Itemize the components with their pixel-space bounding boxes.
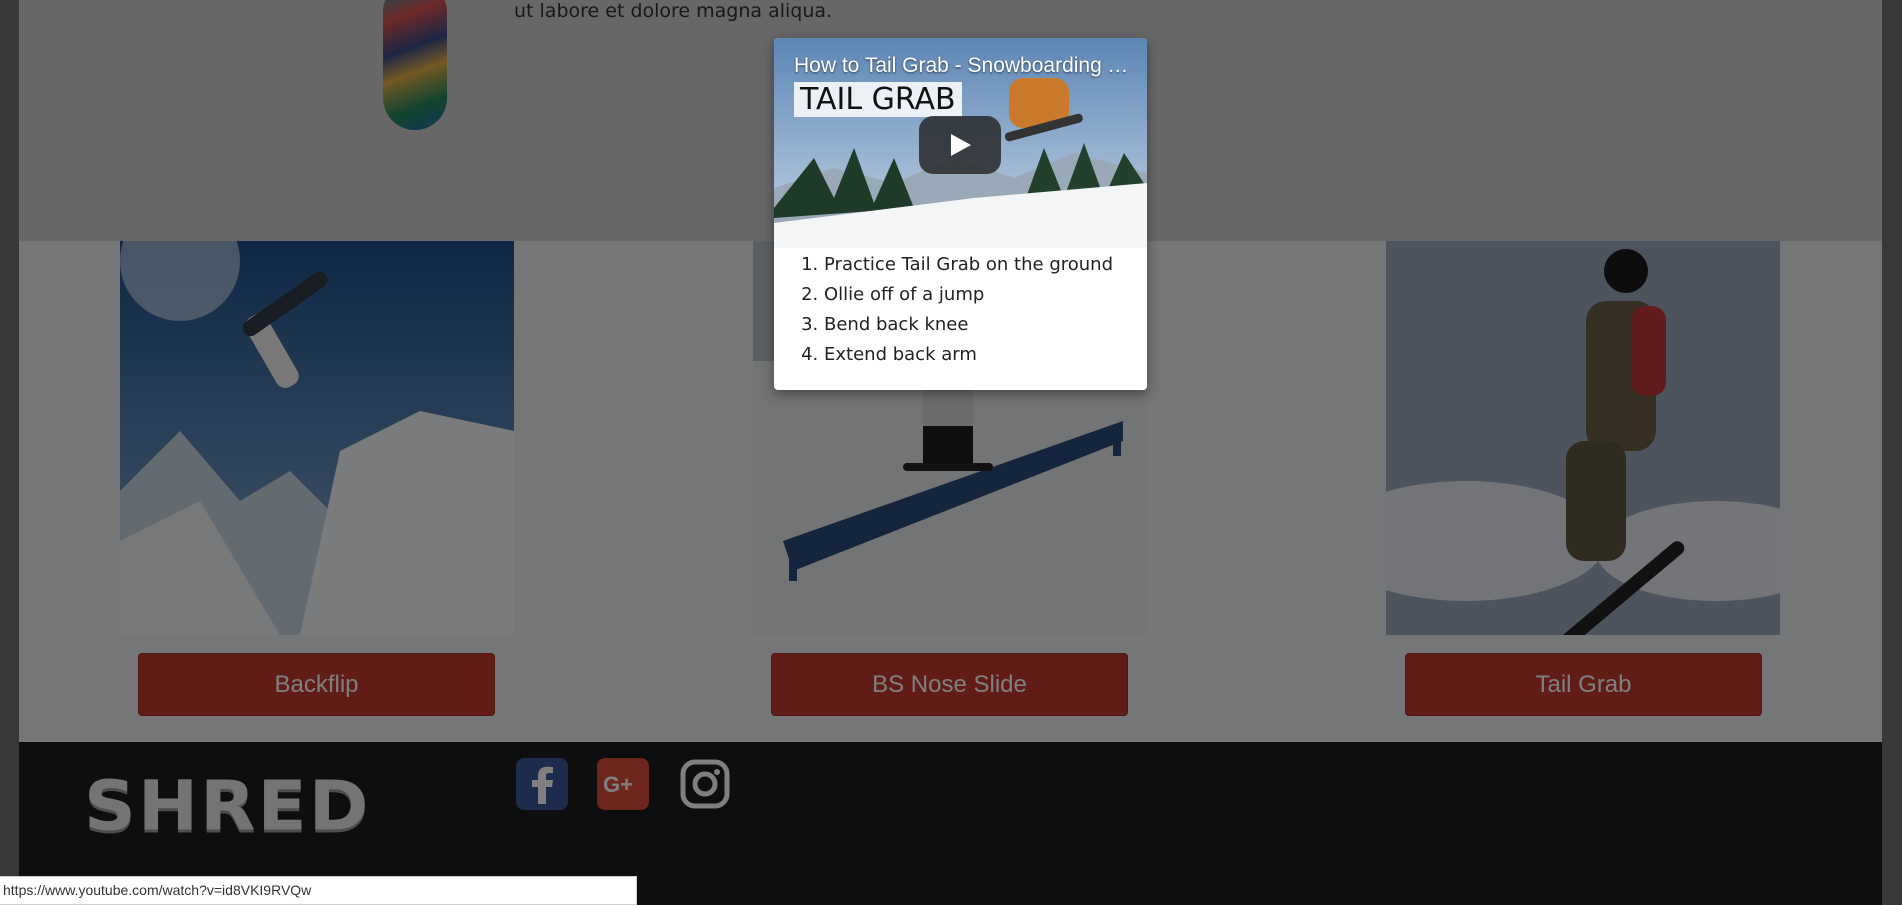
- step-item: Extend back arm: [824, 340, 1147, 370]
- step-item: Practice Tail Grab on the ground: [824, 250, 1147, 280]
- trick-modal: How to Tail Grab - Snowboarding Tricks T…: [774, 38, 1147, 390]
- step-item: Ollie off of a jump: [824, 280, 1147, 310]
- video-title[interactable]: How to Tail Grab - Snowboarding Tricks: [794, 54, 1139, 78]
- thumbnail-caption: TAIL GRAB: [794, 82, 962, 117]
- youtube-video-embed[interactable]: How to Tail Grab - Snowboarding Tricks T…: [774, 38, 1147, 248]
- play-icon[interactable]: [919, 116, 1001, 174]
- trick-steps-list: Practice Tail Grab on the ground Ollie o…: [774, 250, 1147, 370]
- step-item: Bend back knee: [824, 310, 1147, 340]
- browser-status-url: https://www.youtube.com/watch?v=id8VKI9R…: [0, 876, 637, 905]
